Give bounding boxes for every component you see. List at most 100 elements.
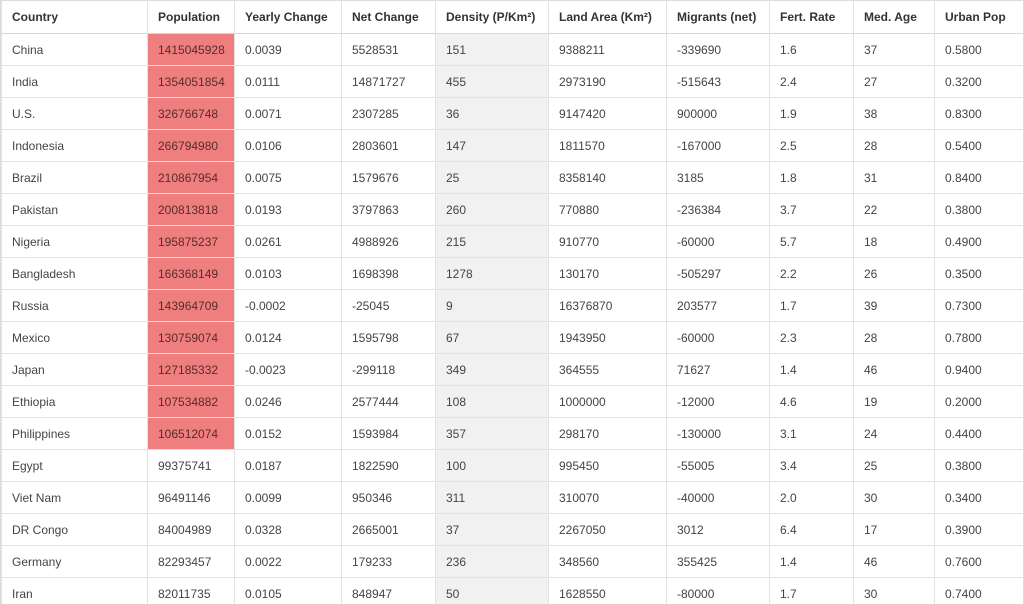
cell-country[interactable]: Germany (1, 545, 148, 578)
cell-population[interactable]: 82293457 (147, 545, 235, 578)
table-row[interactable]: Japan 127185332 -0.0023 -299118 349 364555 716… (1, 353, 1023, 386)
cell-migrants[interactable]: -130000 (666, 417, 770, 450)
cell-urban-pop[interactable]: 0.3200 (934, 65, 1023, 98)
cell-population[interactable]: 266794980 (147, 129, 235, 162)
cell-land-area[interactable]: 298170 (548, 417, 667, 450)
cell-migrants[interactable]: -12000 (666, 385, 770, 418)
cell-migrants[interactable]: 203577 (666, 289, 770, 322)
cell-migrants[interactable]: -515643 (666, 65, 770, 98)
cell-urban-pop[interactable]: 0.2000 (934, 385, 1023, 418)
cell-migrants[interactable]: -167000 (666, 129, 770, 162)
table-row[interactable]: China 1415045928 0.0039 5528531 151 9388211 -3… (1, 33, 1023, 66)
column-header-yearly-change[interactable]: Yearly Change (234, 0, 342, 34)
cell-density[interactable]: 108 (435, 385, 549, 418)
cell-population[interactable]: 143964709 (147, 289, 235, 322)
cell-population[interactable]: 326766748 (147, 97, 235, 130)
cell-yearly-change[interactable]: 0.0246 (234, 385, 342, 418)
cell-population[interactable]: 1354051854 (147, 65, 235, 98)
column-header-land-area[interactable]: Land Area (Km²) (548, 0, 667, 34)
cell-net-change[interactable]: 5528531 (341, 33, 436, 66)
cell-fert-rate[interactable]: 1.7 (769, 289, 854, 322)
cell-fert-rate[interactable]: 2.5 (769, 129, 854, 162)
cell-population[interactable]: 195875237 (147, 225, 235, 258)
cell-fert-rate[interactable]: 3.7 (769, 193, 854, 226)
table-row[interactable]: Egypt 99375741 0.0187 1822590 100 995450 -5500… (1, 449, 1023, 482)
cell-migrants[interactable]: 355425 (666, 545, 770, 578)
cell-fert-rate[interactable]: 2.4 (769, 65, 854, 98)
table-row[interactable]: Mexico 130759074 0.0124 1595798 67 1943950 -60… (1, 321, 1023, 354)
cell-net-change[interactable]: 4988926 (341, 225, 436, 258)
cell-yearly-change[interactable]: 0.0124 (234, 321, 342, 354)
cell-yearly-change[interactable]: 0.0152 (234, 417, 342, 450)
cell-fert-rate[interactable]: 1.7 (769, 577, 854, 604)
cell-urban-pop[interactable]: 0.7300 (934, 289, 1023, 322)
cell-urban-pop[interactable]: 0.5400 (934, 129, 1023, 162)
cell-density[interactable]: 147 (435, 129, 549, 162)
cell-migrants[interactable]: 3185 (666, 161, 770, 194)
cell-country[interactable]: Philippines (1, 417, 148, 450)
cell-land-area[interactable]: 8358140 (548, 161, 667, 194)
cell-med-age[interactable]: 27 (853, 65, 935, 98)
cell-migrants[interactable]: -80000 (666, 577, 770, 604)
cell-fert-rate[interactable]: 2.3 (769, 321, 854, 354)
column-header-density[interactable]: Density (P/Km²) (435, 0, 549, 34)
cell-net-change[interactable]: 950346 (341, 481, 436, 514)
cell-med-age[interactable]: 28 (853, 129, 935, 162)
cell-land-area[interactable]: 2267050 (548, 513, 667, 546)
cell-fert-rate[interactable]: 3.1 (769, 417, 854, 450)
table-row[interactable]: Iran 82011735 0.0105 848947 50 1628550 -80000 1… (1, 577, 1023, 604)
cell-fert-rate[interactable]: 4.6 (769, 385, 854, 418)
cell-yearly-change[interactable]: 0.0261 (234, 225, 342, 258)
cell-med-age[interactable]: 31 (853, 161, 935, 194)
cell-land-area[interactable]: 1943950 (548, 321, 667, 354)
cell-migrants[interactable]: 900000 (666, 97, 770, 130)
cell-country[interactable]: Pakistan (1, 193, 148, 226)
table-row[interactable]: Ethiopia 107534882 0.0246 2577444 108 1000000… (1, 385, 1023, 418)
cell-fert-rate[interactable]: 2.0 (769, 481, 854, 514)
column-header-net-change[interactable]: Net Change (341, 0, 436, 34)
cell-population[interactable]: 210867954 (147, 161, 235, 194)
cell-net-change[interactable]: 3797863 (341, 193, 436, 226)
cell-net-change[interactable]: 2665001 (341, 513, 436, 546)
cell-net-change[interactable]: 2307285 (341, 97, 436, 130)
cell-urban-pop[interactable]: 0.3800 (934, 193, 1023, 226)
cell-net-change[interactable]: 14871727 (341, 65, 436, 98)
cell-med-age[interactable]: 30 (853, 577, 935, 604)
cell-yearly-change[interactable]: 0.0039 (234, 33, 342, 66)
cell-yearly-change[interactable]: -0.0002 (234, 289, 342, 322)
cell-fert-rate[interactable]: 1.8 (769, 161, 854, 194)
cell-density[interactable]: 36 (435, 97, 549, 130)
table-row[interactable]: Pakistan 200813818 0.0193 3797863 260 770880-… (1, 193, 1023, 226)
cell-urban-pop[interactable]: 0.9400 (934, 353, 1023, 386)
cell-fert-rate[interactable]: 1.6 (769, 33, 854, 66)
cell-migrants[interactable]: -40000 (666, 481, 770, 514)
cell-net-change[interactable]: -25045 (341, 289, 436, 322)
column-header-fert-rate[interactable]: Fert. Rate (769, 0, 854, 34)
cell-med-age[interactable]: 17 (853, 513, 935, 546)
cell-fert-rate[interactable]: 6.4 (769, 513, 854, 546)
cell-density[interactable]: 50 (435, 577, 549, 604)
cell-fert-rate[interactable]: 1.4 (769, 545, 854, 578)
cell-land-area[interactable]: 9147420 (548, 97, 667, 130)
cell-yearly-change[interactable]: 0.0075 (234, 161, 342, 194)
cell-country[interactable]: Egypt (1, 449, 148, 482)
cell-migrants[interactable]: -60000 (666, 321, 770, 354)
cell-density[interactable]: 260 (435, 193, 549, 226)
cell-country[interactable]: Brazil (1, 161, 148, 194)
cell-urban-pop[interactable]: 0.3800 (934, 449, 1023, 482)
cell-net-change[interactable]: 1698398 (341, 257, 436, 290)
cell-density[interactable]: 151 (435, 33, 549, 66)
cell-density[interactable]: 9 (435, 289, 549, 322)
table-row[interactable]: Bangladesh 166368149 0.0103 1698398 1278 1301… (1, 257, 1023, 290)
column-header-urban-pop[interactable]: Urban Pop (934, 0, 1023, 34)
cell-density[interactable]: 100 (435, 449, 549, 482)
cell-yearly-change[interactable]: 0.0071 (234, 97, 342, 130)
cell-migrants[interactable]: -505297 (666, 257, 770, 290)
cell-population[interactable]: 166368149 (147, 257, 235, 290)
cell-land-area[interactable]: 1628550 (548, 577, 667, 604)
table-row[interactable]: Nigeria 195875237 0.0261 4988926 215 910770 -6… (1, 225, 1023, 258)
cell-country[interactable]: Mexico (1, 321, 148, 354)
cell-yearly-change[interactable]: 0.0111 (234, 65, 342, 98)
cell-net-change[interactable]: 1595798 (341, 321, 436, 354)
cell-country[interactable]: India (1, 65, 148, 98)
